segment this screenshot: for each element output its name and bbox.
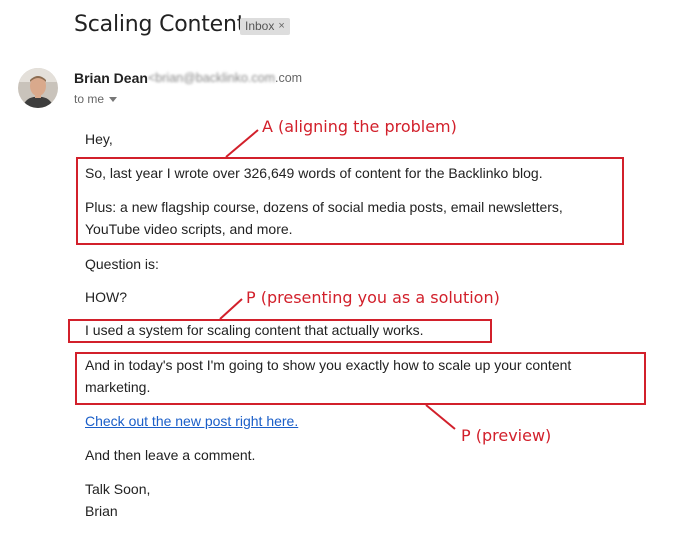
annotation-label-preview: P (preview) [461,426,552,445]
connector-a [225,129,259,158]
connector-preview [425,404,456,430]
connector-solution [219,298,243,320]
annotation-connectors [219,129,456,430]
annotation-label-solution: P (presenting you as a solution) [246,288,500,307]
annotation-label-a: A (aligning the problem) [262,117,457,136]
